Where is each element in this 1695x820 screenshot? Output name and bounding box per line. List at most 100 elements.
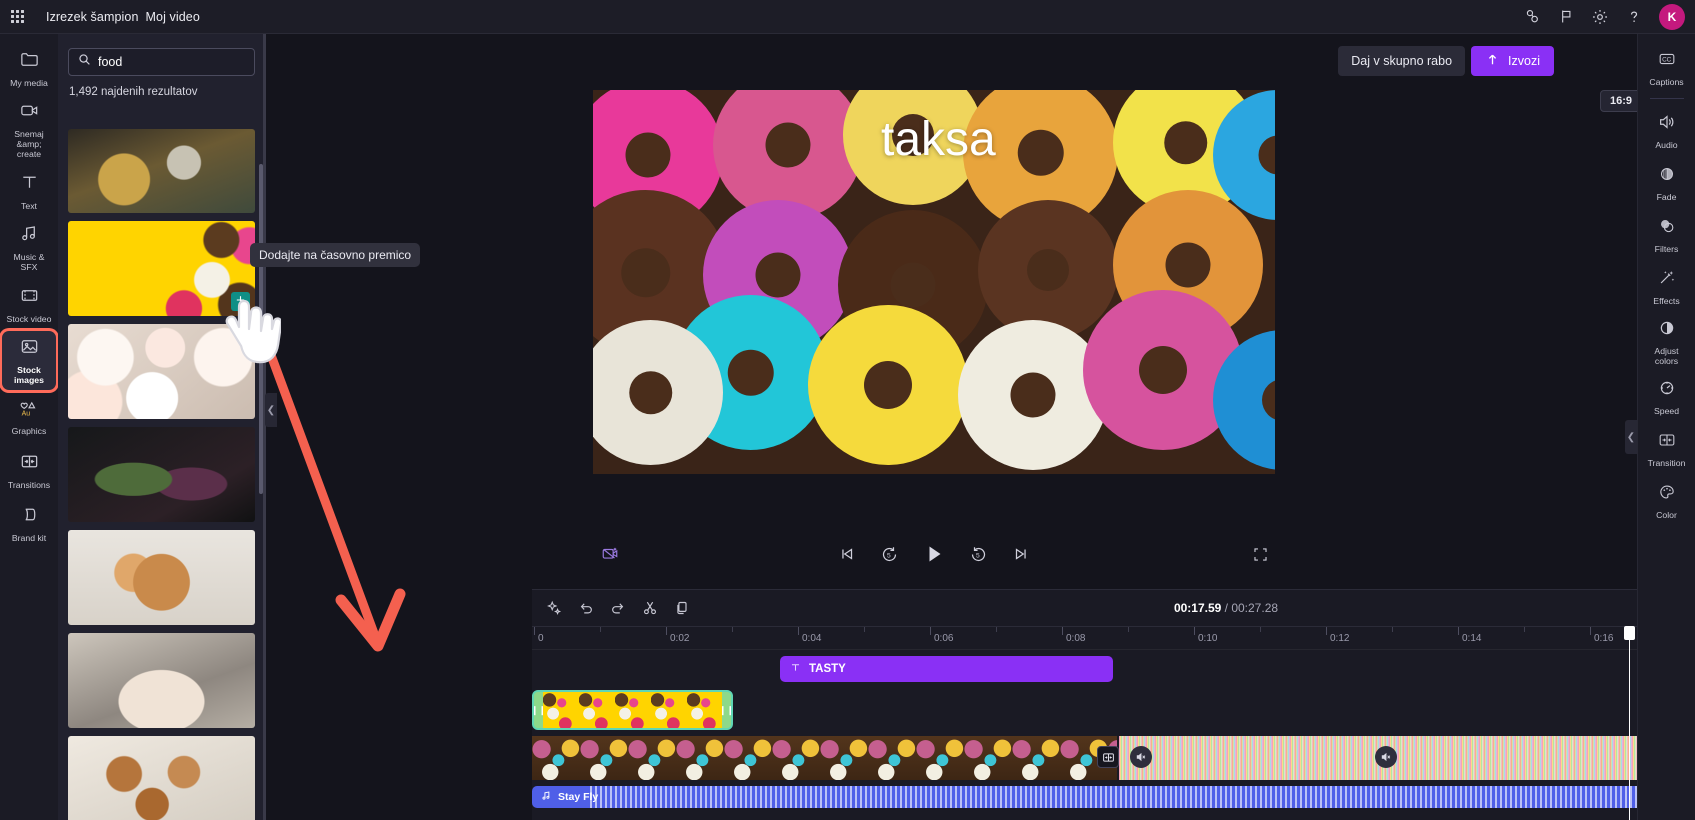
video-preview[interactable]: taksa [593,90,1275,474]
search-box[interactable] [68,48,255,76]
upload-icon [1485,52,1500,70]
svg-text:CC: CC [1662,57,1672,64]
speed-icon [1657,378,1677,403]
property-item-label: Audio [1655,140,1678,150]
sidebar-item-transitions[interactable]: Transitions [2,444,56,496]
contrast-icon [1657,318,1677,343]
property-item-effects[interactable]: Effects [1640,261,1694,313]
property-item-color[interactable]: Color [1640,475,1694,527]
mute-badge-2[interactable] [1375,746,1397,768]
ruler-label: 0:06 [934,633,954,644]
cc-icon: CC [1657,49,1677,74]
track-audio: Stay Fly [532,786,1695,808]
audio-clip-stay-fly[interactable]: Stay Fly [532,786,1695,808]
export-button[interactable]: Izvozi [1471,46,1554,76]
thumbnail-cookies[interactable] [68,736,255,820]
text-clip-tasty[interactable]: TASTY [780,656,1113,682]
stock-images-panel: 1,492 najdenih rezultatov + [58,34,265,820]
fullscreen-icon[interactable] [1252,546,1269,563]
sidebar-item-graphics[interactable]: Au Graphics [2,391,56,443]
total-time: / 00:27.28 [1224,601,1279,615]
folder-icon [19,49,40,75]
add-to-timeline-button[interactable]: + [231,292,250,311]
sidebar-item-text[interactable]: Text [2,165,56,217]
property-item-transition[interactable]: Transition [1640,423,1694,475]
clip-trim-handle-left[interactable]: ❙❙ [534,692,546,728]
video-clip-macarons[interactable] [1119,736,1695,780]
help-icon[interactable] [1619,2,1649,32]
svg-text:Au: Au [22,410,31,417]
collapse-panel-button[interactable]: ❮ [265,393,277,427]
property-item-fade[interactable]: Fade [1640,157,1694,209]
redo-icon[interactable] [610,600,626,616]
play-icon[interactable] [923,543,945,565]
sidebar-item-stock-images[interactable]: Stock images [2,331,56,390]
sidebar-item-my-media[interactable]: My media [2,42,56,94]
waffle-grid-icon[interactable] [0,0,34,34]
avatar[interactable]: K [1659,3,1685,30]
magnifier-icon [78,53,91,71]
property-item-label: Color [1656,510,1677,520]
document-title[interactable]: Moj video [146,10,200,24]
text-icon [19,172,40,198]
top-bar-actions: K [1517,2,1695,32]
left-sidebar: My media Snemaj &amp; create Text Music … [0,34,58,820]
skip-previous-icon[interactable] [838,545,856,563]
property-item-captions[interactable]: CC Captions [1640,42,1694,94]
aspect-ratio-badge[interactable]: 16:9 [1599,90,1642,112]
scissors-icon[interactable] [642,600,658,616]
clip-trim-handle-right[interactable]: ❙❙ [719,692,731,728]
sidebar-item-stock-video[interactable]: Stock video [2,278,56,330]
cast-icon[interactable] [1517,2,1547,32]
property-item-adjust-colors[interactable]: Adjust colors [1640,313,1694,371]
rewind-5s-icon[interactable]: 5 [880,545,899,564]
property-item-filters[interactable]: Filters [1640,209,1694,261]
thumbnail-donuts-yellow[interactable]: + [68,221,255,316]
property-item-speed[interactable]: Speed [1640,371,1694,423]
ruler-label: 0:14 [1462,633,1482,644]
filters-icon [1657,216,1677,241]
search-input[interactable] [98,55,245,69]
undo-icon[interactable] [578,600,594,616]
video-clip-donuts[interactable] [532,736,1117,780]
sidebar-item-record-create[interactable]: Snemaj &amp; create [2,95,56,164]
sidebar-item-label: Graphics [11,426,47,436]
sidebar-item-brand-kit[interactable]: Brand kit [2,497,56,549]
sidebar-item-label: Music & SFX [13,252,45,272]
music-icon [19,223,40,249]
project-title[interactable]: Izrezek šampion [46,10,139,24]
share-button[interactable]: Daj v skupno rabo [1338,46,1466,76]
svg-text:5: 5 [976,552,980,559]
magic-video-icon[interactable] [601,545,619,563]
timeline-ruler[interactable]: 0 0:02 0:04 0:06 0:08 0:10 0:12 0:14 0:1… [532,626,1695,650]
selected-image-clip[interactable]: ❙❙ ❙❙ [532,690,733,730]
flag-icon[interactable] [1551,2,1581,32]
clipchamp-editor: Izrezek šampion Moj video K My media Sne… [0,0,1695,820]
gear-icon[interactable] [1585,2,1615,32]
thumbnail-hands-dough[interactable] [68,633,255,728]
right-sidebar: CC Captions Audio Fade Filters Effects A… [1637,34,1695,820]
mute-badge-1[interactable] [1130,746,1152,768]
transition-badge[interactable] [1097,746,1119,768]
sidebar-item-label: Text [21,200,37,211]
sidebar-divider [1649,98,1684,99]
editor-main: Daj v skupno rabo Izvozi 16:9 taksa 5 5 … [266,34,1695,820]
duplicate-icon[interactable] [674,600,690,616]
property-item-audio[interactable]: Audio [1640,105,1694,157]
thumbnail-list[interactable]: + [58,129,265,820]
ruler-label: 0 [538,633,544,644]
speaker-icon [1657,112,1677,137]
thumbnail-market-stall[interactable] [68,129,255,213]
thumbnail-nuts-bowl[interactable] [68,530,255,625]
collapse-right-panel-button[interactable]: ❮ [1625,420,1637,454]
sidebar-item-music-sfx[interactable]: Music & SFX [2,218,56,277]
time-display: 00:17.59 / 00:27.28 [532,601,1695,615]
audio-waveform [590,786,1695,808]
current-time: 00:17.59 [1173,601,1222,615]
thumbnail-tangyuan[interactable] [68,324,255,419]
skip-next-icon[interactable] [1012,545,1030,563]
sparkle-icon[interactable] [546,600,562,616]
forward-5s-icon[interactable]: 5 [969,545,988,564]
thumbnail-figs[interactable] [68,427,255,522]
film-icon [19,285,40,311]
